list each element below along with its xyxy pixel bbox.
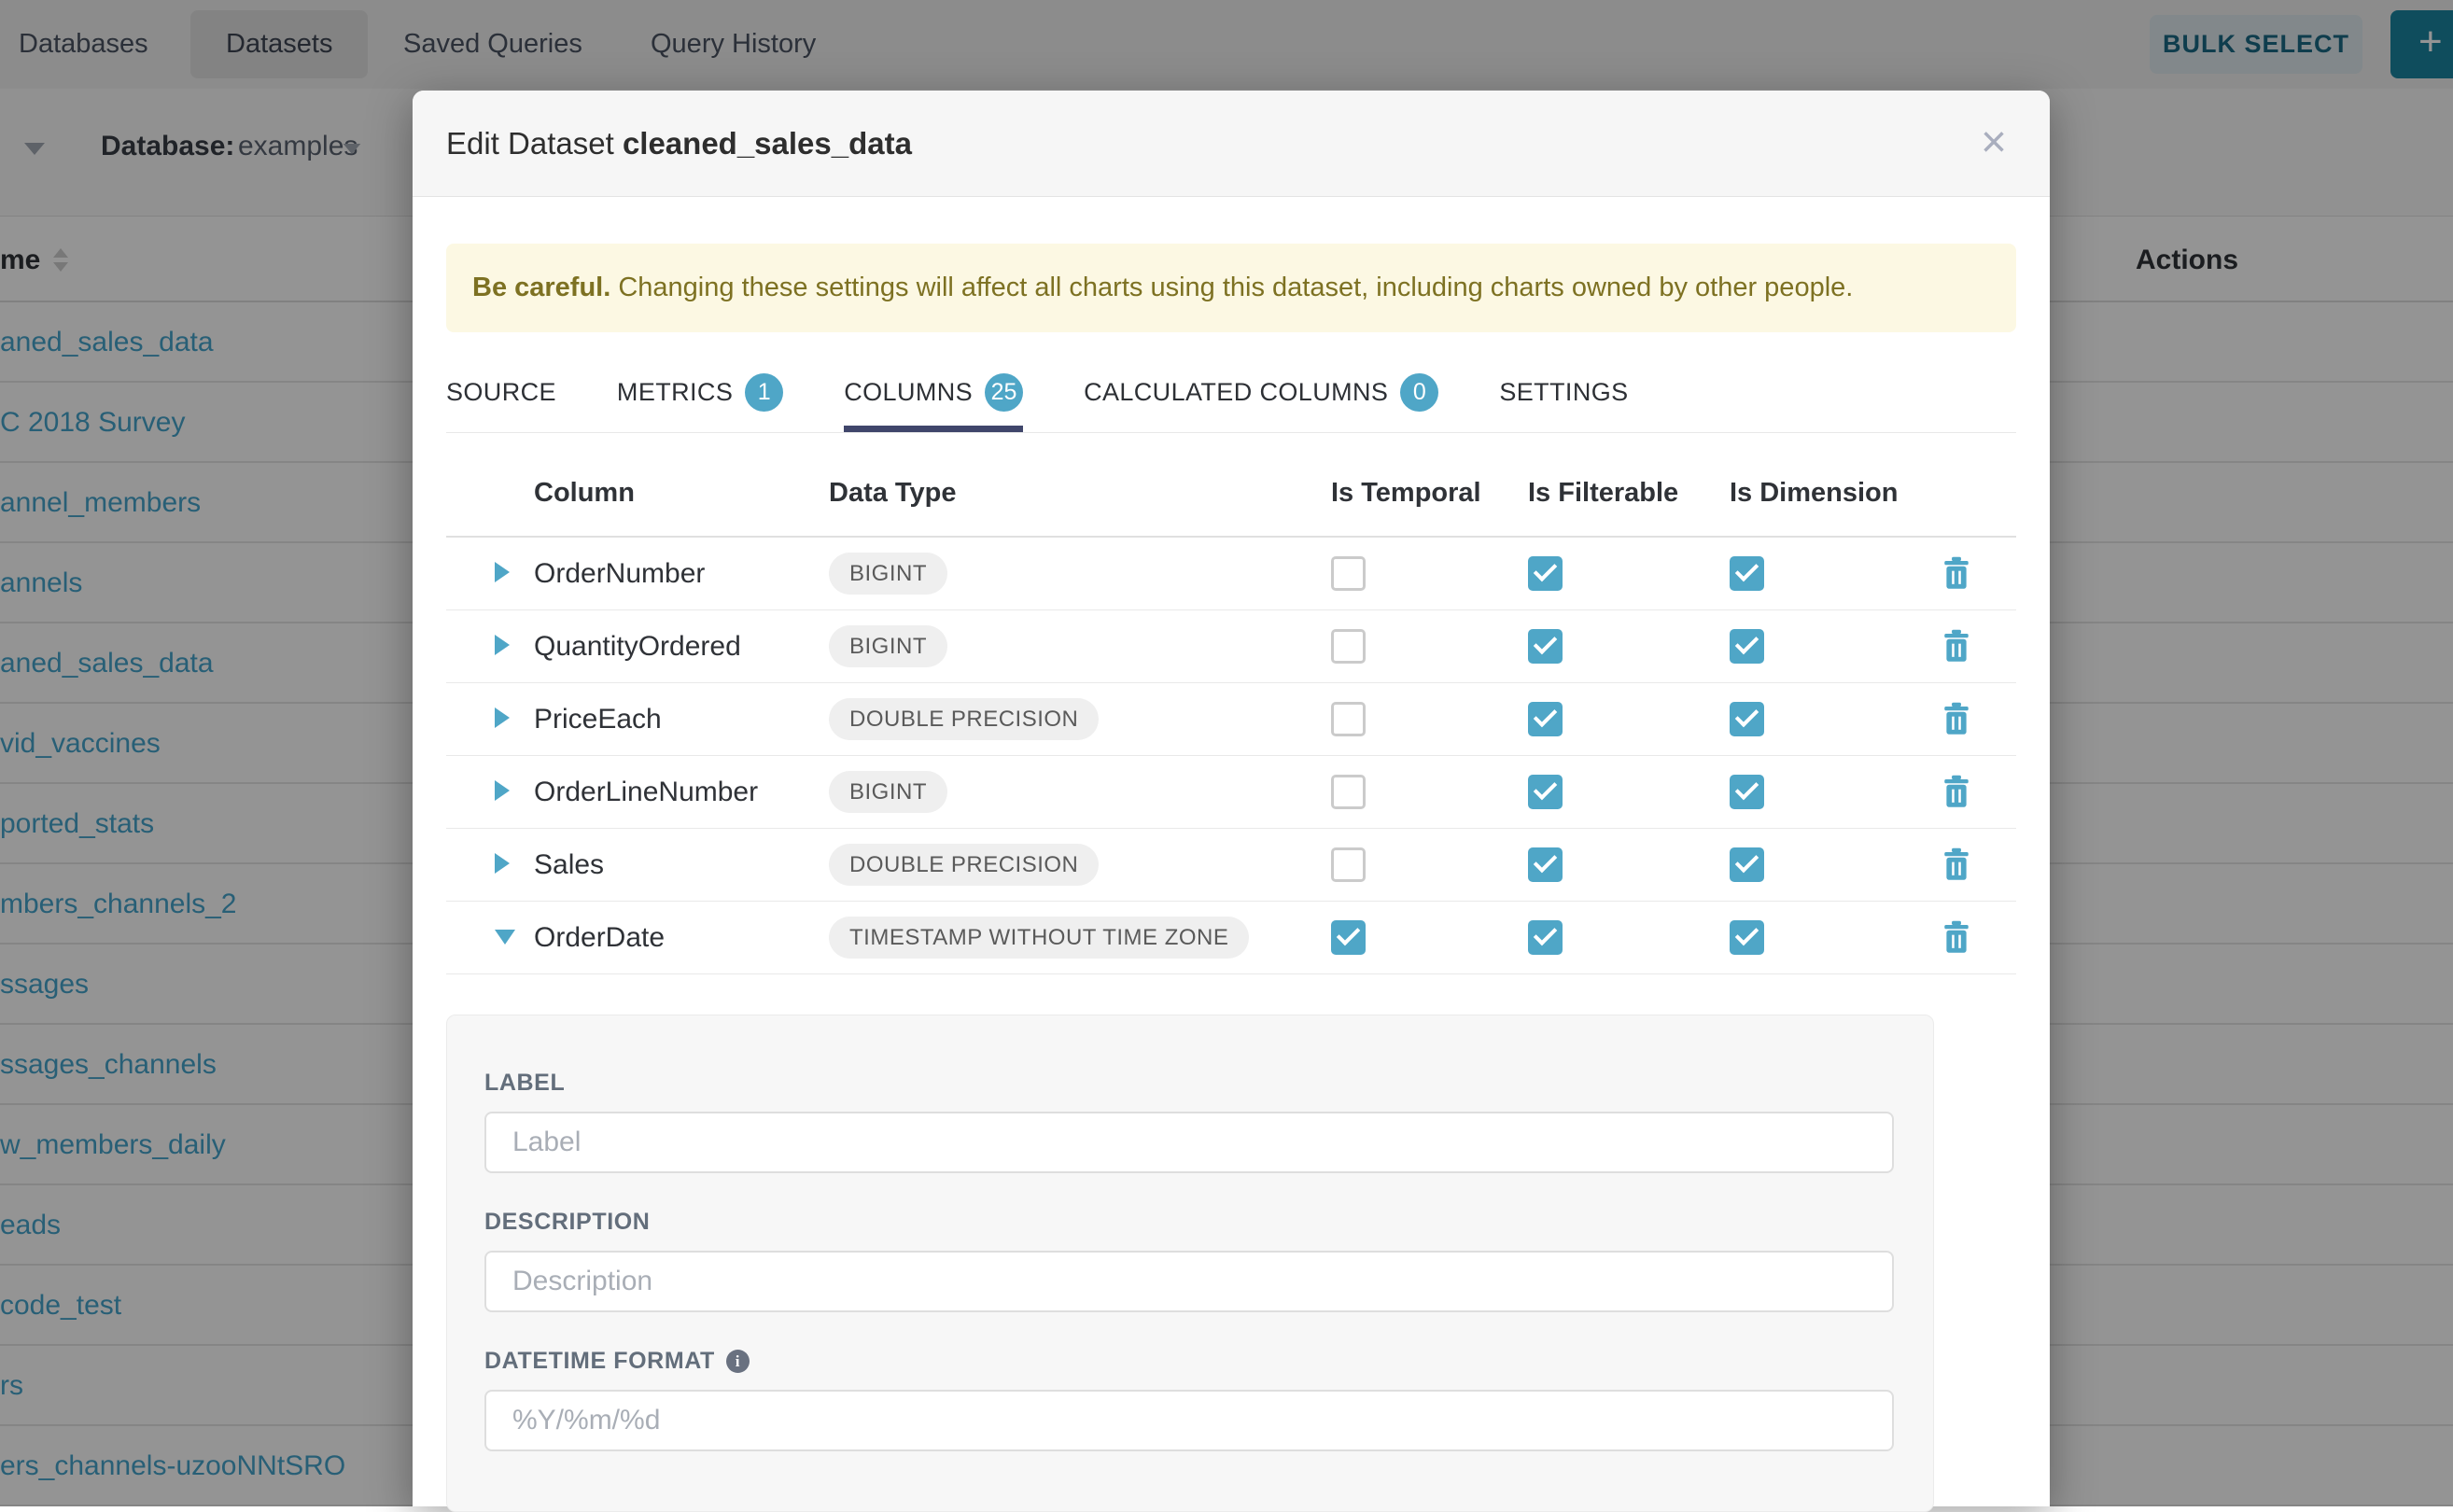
expand-caret-icon[interactable]: [495, 780, 510, 801]
expand-caret-icon[interactable]: [495, 707, 510, 728]
is-filterable-checkbox[interactable]: [1528, 702, 1563, 736]
column-name: Sales: [534, 849, 604, 881]
data-type-pill: BIGINT: [829, 553, 947, 595]
label-input[interactable]: [484, 1112, 1894, 1173]
is-temporal-checkbox[interactable]: [1331, 702, 1366, 736]
warning-banner: Be careful. Changing these settings will…: [446, 244, 2016, 332]
tab-count-badge: 25: [985, 373, 1023, 412]
modal-header: Edit Dataset cleaned_sales_data ×: [413, 91, 2050, 197]
columns-table-rows: OrderNumber BIGINT QuantityOrdered BIGINT Pr…: [446, 538, 2016, 974]
column-row-QuantityOrdered: QuantityOrdered BIGINT: [446, 610, 2016, 683]
column-name: OrderNumber: [534, 558, 705, 590]
datetime-format-field-label: DATETIME FORMAT i: [484, 1348, 1896, 1375]
warning-text: Be careful. Changing these settings will…: [472, 273, 1853, 303]
column-row-OrderLineNumber: OrderLineNumber BIGINT: [446, 756, 2016, 829]
tab-settings[interactable]: SETTINGS: [1499, 355, 1628, 432]
is-dimension-checkbox[interactable]: [1730, 847, 1764, 882]
collapse-caret-icon[interactable]: [495, 930, 515, 945]
is-filterable-checkbox[interactable]: [1528, 775, 1563, 809]
description-field-label: DESCRIPTION: [484, 1209, 1896, 1236]
is-temporal-checkbox[interactable]: [1331, 629, 1366, 664]
tab-label: CALCULATED COLUMNS: [1084, 378, 1388, 407]
is-filterable-checkbox[interactable]: [1528, 629, 1563, 664]
data-type-pill: DOUBLE PRECISION: [829, 844, 1099, 886]
column-row-PriceEach: PriceEach DOUBLE PRECISION: [446, 683, 2016, 756]
close-icon[interactable]: ×: [1966, 115, 2022, 171]
is-temporal-checkbox[interactable]: [1331, 920, 1366, 955]
is-dimension-checkbox[interactable]: [1730, 629, 1764, 664]
tab-metrics[interactable]: METRICS 1: [617, 355, 783, 432]
data-type-pill: BIGINT: [829, 771, 947, 813]
header-column: Column: [534, 478, 635, 509]
label-field-label: LABEL: [484, 1070, 1896, 1097]
data-type-pill: BIGINT: [829, 625, 947, 667]
modal-title-dataset-name: cleaned_sales_data: [623, 126, 912, 161]
tab-columns[interactable]: COLUMNS 25: [844, 355, 1023, 432]
expand-caret-icon[interactable]: [495, 635, 510, 655]
tab-count-badge: 0: [1400, 373, 1438, 412]
tab-label: SOURCE: [446, 378, 556, 407]
delete-column-trash-icon[interactable]: [1941, 847, 1972, 882]
modal-title: Edit Dataset cleaned_sales_data: [446, 126, 912, 161]
modal-body: Be careful. Changing these settings will…: [413, 244, 2050, 1512]
edit-dataset-modal: Edit Dataset cleaned_sales_data × Be car…: [413, 91, 2050, 1506]
column-row-Sales: Sales DOUBLE PRECISION: [446, 829, 2016, 902]
delete-column-trash-icon[interactable]: [1941, 629, 1972, 664]
tab-label: METRICS: [617, 378, 733, 407]
column-detail-panel: LABEL DESCRIPTION DATETIME FORMAT i: [446, 1015, 1934, 1512]
column-row-OrderNumber: OrderNumber BIGINT: [446, 538, 2016, 610]
delete-column-trash-icon[interactable]: [1941, 556, 1972, 591]
is-dimension-checkbox[interactable]: [1730, 702, 1764, 736]
is-filterable-checkbox[interactable]: [1528, 847, 1563, 882]
is-dimension-checkbox[interactable]: [1730, 775, 1764, 809]
header-data-type: Data Type: [829, 478, 956, 509]
is-temporal-checkbox[interactable]: [1331, 775, 1366, 809]
info-icon[interactable]: i: [726, 1350, 750, 1373]
datetime-format-input[interactable]: [484, 1390, 1894, 1451]
delete-column-trash-icon[interactable]: [1941, 702, 1972, 736]
is-temporal-checkbox[interactable]: [1331, 556, 1366, 591]
column-name: QuantityOrdered: [534, 631, 741, 663]
tab-label: COLUMNS: [844, 378, 973, 407]
is-filterable-checkbox[interactable]: [1528, 920, 1563, 955]
header-is-filterable: Is Filterable: [1528, 478, 1678, 509]
tab-source[interactable]: SOURCE: [446, 355, 556, 432]
column-name: OrderDate: [534, 922, 665, 954]
is-dimension-checkbox[interactable]: [1730, 556, 1764, 591]
delete-column-trash-icon[interactable]: [1941, 920, 1972, 955]
column-row-OrderDate: OrderDate TIMESTAMP WITHOUT TIME ZONE: [446, 902, 2016, 974]
description-input[interactable]: [484, 1251, 1894, 1312]
data-type-pill: TIMESTAMP WITHOUT TIME ZONE: [829, 917, 1249, 959]
header-is-temporal: Is Temporal: [1331, 478, 1481, 509]
expand-caret-icon[interactable]: [495, 562, 510, 582]
modal-title-prefix: Edit Dataset: [446, 126, 614, 161]
modal-tabs: SOURCE METRICS 1 COLUMNS 25 CALCULATED COLUMN…: [446, 355, 2016, 433]
is-dimension-checkbox[interactable]: [1730, 920, 1764, 955]
tab-calculated-columns[interactable]: CALCULATED COLUMNS 0: [1084, 355, 1438, 432]
columns-table-header: Column Data Type Is Temporal Is Filterab…: [446, 433, 2016, 538]
delete-column-trash-icon[interactable]: [1941, 775, 1972, 809]
expand-caret-icon[interactable]: [495, 853, 510, 874]
is-filterable-checkbox[interactable]: [1528, 556, 1563, 591]
column-name: PriceEach: [534, 704, 662, 735]
header-is-dimension: Is Dimension: [1730, 478, 1899, 509]
tab-label: SETTINGS: [1499, 378, 1628, 407]
data-type-pill: DOUBLE PRECISION: [829, 698, 1099, 740]
column-name: OrderLineNumber: [534, 777, 758, 808]
is-temporal-checkbox[interactable]: [1331, 847, 1366, 882]
tab-count-badge: 1: [745, 373, 783, 412]
